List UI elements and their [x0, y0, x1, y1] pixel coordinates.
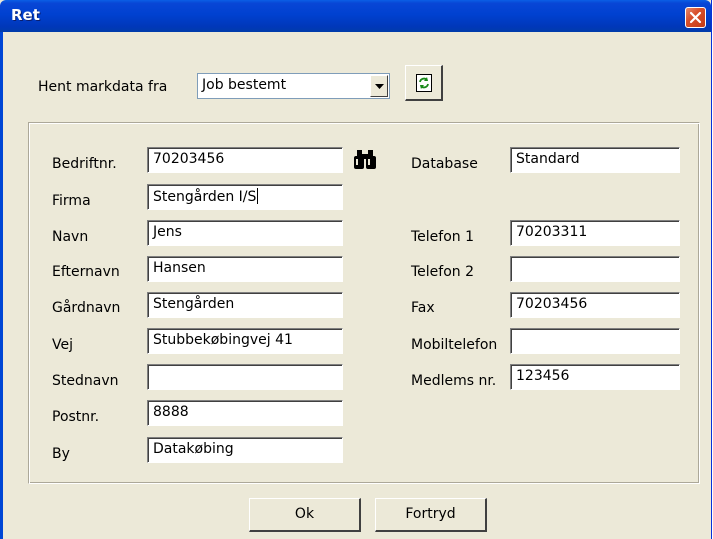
window-title: Ret: [11, 6, 40, 24]
text-cursor: [257, 188, 259, 204]
gaardnavn-field[interactable]: Stengården: [147, 292, 343, 318]
vej-field[interactable]: Stubbekøbingvej 41: [147, 328, 343, 354]
ok-button[interactable]: Ok: [249, 498, 361, 532]
label-telefon1: Telefon 1: [411, 229, 475, 245]
label-postnr: Postnr.: [52, 409, 100, 425]
label-fax: Fax: [411, 300, 435, 316]
cancel-button[interactable]: Fortryd: [375, 498, 487, 532]
label-medlemsnr: Medlems nr.: [411, 373, 497, 389]
window-frame: [0, 32, 3, 539]
label-by: By: [52, 446, 70, 462]
refresh-button[interactable]: [405, 65, 443, 101]
label-mobiltelefon: Mobiltelefon: [411, 337, 498, 353]
label-firma: Firma: [52, 193, 91, 209]
dropdown-arrow-button[interactable]: [370, 75, 388, 97]
lookup-button[interactable]: [353, 149, 377, 171]
source-label: Hent markdata fra: [38, 79, 168, 95]
medlemsnr-field[interactable]: 123456: [510, 364, 680, 390]
binoculars-icon: [354, 150, 376, 169]
label-telefon2: Telefon 2: [411, 264, 475, 280]
postnr-field[interactable]: 8888: [147, 400, 343, 426]
chevron-down-icon: [375, 84, 384, 89]
label-gaardnavn: Gårdnavn: [52, 300, 121, 316]
label-bedriftnr: Bedriftnr.: [52, 156, 117, 172]
label-efternavn: Efternavn: [52, 264, 120, 280]
mobiltelefon-field[interactable]: [510, 328, 680, 354]
label-stednavn: Stednavn: [52, 373, 119, 389]
source-dropdown[interactable]: Job bestemt: [197, 73, 390, 99]
telefon2-field[interactable]: [510, 256, 680, 282]
source-selected-value: Job bestemt: [202, 77, 287, 93]
label-navn: Navn: [52, 229, 89, 245]
bedriftnr-field[interactable]: 70203456: [147, 147, 343, 173]
label-vej: Vej: [52, 337, 73, 353]
label-database: Database: [411, 156, 478, 172]
close-button[interactable]: [685, 7, 706, 28]
fax-field[interactable]: 70203456: [510, 292, 680, 318]
firma-field[interactable]: Stengården I/S: [147, 184, 343, 210]
by-field[interactable]: Datakøbing: [147, 437, 343, 463]
telefon1-field[interactable]: 70203311: [510, 220, 680, 246]
refresh-icon: [416, 74, 432, 92]
dialog-window: Ret Hent markdata fra Job bestemt Bedrif…: [0, 0, 712, 539]
navn-field[interactable]: Jens: [147, 220, 343, 246]
stednavn-field[interactable]: [147, 364, 343, 390]
close-icon: [689, 11, 702, 24]
efternavn-field[interactable]: Hansen: [147, 256, 343, 282]
title-bar[interactable]: Ret: [0, 0, 711, 32]
database-field[interactable]: Standard: [510, 147, 680, 173]
